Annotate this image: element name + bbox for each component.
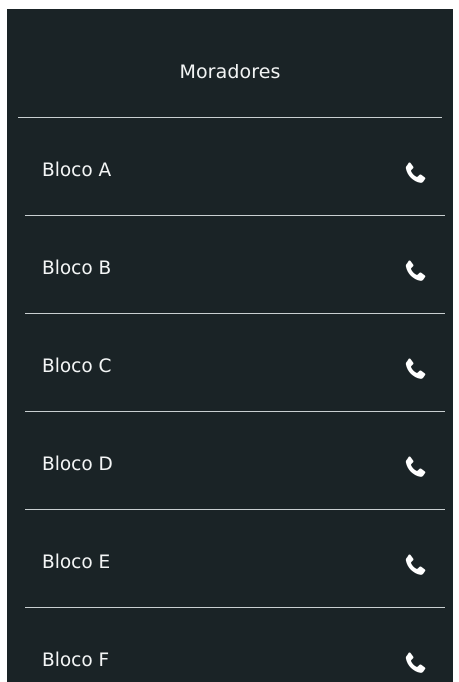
phone-icon[interactable] xyxy=(401,649,429,677)
block-label: Bloco C xyxy=(42,356,112,377)
block-label: Bloco A xyxy=(42,160,112,181)
block-label: Bloco B xyxy=(42,258,112,279)
residents-screen: Moradores Bloco A Bloco B Bloco C Bloco … xyxy=(7,9,453,682)
header: Moradores xyxy=(7,9,453,118)
phone-icon[interactable] xyxy=(401,257,429,285)
block-row-b[interactable]: Bloco B xyxy=(7,216,453,314)
phone-icon[interactable] xyxy=(401,453,429,481)
block-label: Bloco F xyxy=(42,650,110,671)
block-row-d[interactable]: Bloco D xyxy=(7,412,453,510)
page-title: Moradores xyxy=(179,61,281,83)
phone-icon[interactable] xyxy=(401,551,429,579)
block-row-f[interactable]: Bloco F xyxy=(7,608,453,682)
block-row-c[interactable]: Bloco C xyxy=(7,314,453,412)
block-label: Bloco D xyxy=(42,454,113,475)
phone-icon[interactable] xyxy=(401,159,429,187)
phone-icon[interactable] xyxy=(401,355,429,383)
block-row-e[interactable]: Bloco E xyxy=(7,510,453,608)
block-row-a[interactable]: Bloco A xyxy=(7,118,453,216)
block-label: Bloco E xyxy=(42,552,111,573)
